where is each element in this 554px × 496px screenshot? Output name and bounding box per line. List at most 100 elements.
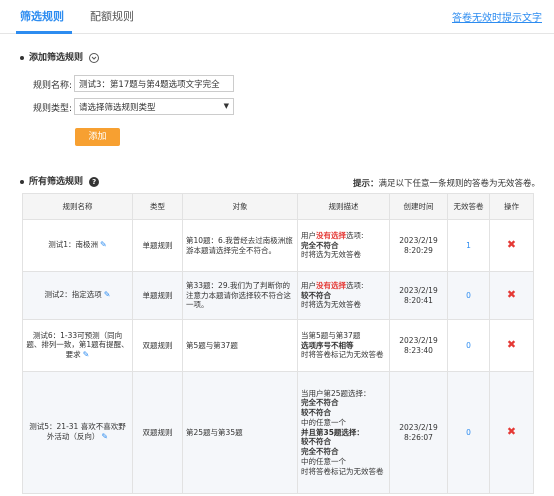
help-icon[interactable]: ? bbox=[89, 176, 100, 187]
rule-name-label: 规则名称: bbox=[33, 81, 73, 91]
rule-name: 测试2：指定选项 bbox=[44, 290, 102, 300]
col-header-time: 创建时间 bbox=[389, 193, 448, 220]
dropdown-arrow-icon: ▼ bbox=[223, 102, 229, 110]
desc-option: 并且第35题选择： bbox=[301, 427, 364, 437]
all-rules-section-title: 所有筛选规则 ? bbox=[20, 174, 100, 187]
invalid-count-link[interactable]: 0 bbox=[466, 428, 471, 437]
desc-highlight: 没有选择 bbox=[316, 230, 346, 240]
rule-name-input[interactable]: 测试3：第17题与第4题选项文字完全 bbox=[74, 75, 234, 92]
table-row: 测试6：1-33可预测（同向题、排列一致，第1题有提醒、要求 ✎ 双题规则 第5题… bbox=[22, 319, 534, 372]
delete-icon[interactable]: ✖ bbox=[507, 288, 516, 301]
rule-name-cell: 测试5：21-31 喜欢不喜欢野外活动（反向） ✎ bbox=[22, 371, 133, 494]
edit-icon[interactable]: ✎ bbox=[83, 350, 90, 360]
table-header-row: 规则名称 类型 对象 规则描述 创建时间 无效答卷 操作 bbox=[22, 193, 534, 220]
desc-option: 较不符合 bbox=[301, 408, 331, 418]
rule-name-cell: 测试2：指定选项 ✎ bbox=[22, 271, 133, 320]
rule-object-cell: 第25题与第35题 bbox=[182, 371, 298, 494]
rule-desc-cell: 用户没有选择选项: 完全不符合 时将选为无效答卷 bbox=[297, 219, 390, 272]
invalid-count-link[interactable]: 1 bbox=[466, 241, 471, 250]
add-rule-button[interactable]: 添加 bbox=[75, 128, 120, 146]
col-header-object: 对象 bbox=[182, 193, 298, 220]
rule-desc-cell: 当用户第25题选择： 完全不符合 较不符合 中的任意一个 并且第35题选择： 较… bbox=[297, 371, 390, 494]
hint-label: 提示： bbox=[352, 179, 379, 189]
rule-time-cell: 2023/2/19 8:23:40 bbox=[389, 319, 448, 372]
tab-filter-rules[interactable]: 筛选规则 bbox=[20, 8, 64, 24]
rule-time-cell: 2023/2/19 8:20:41 bbox=[389, 271, 448, 320]
rule-name: 测试5：21-31 喜欢不喜欢野外活动（反向） bbox=[29, 422, 126, 442]
invalid-answer-prompt-link[interactable]: 答卷无效时提示文字 bbox=[452, 9, 542, 24]
rule-name-cell: 测试1：南极洲 ✎ bbox=[22, 219, 133, 272]
bullet-dot bbox=[20, 55, 24, 60]
desc-text: 时将答卷标记为无效答卷 bbox=[301, 466, 384, 476]
edit-icon[interactable]: ✎ bbox=[100, 240, 107, 250]
col-header-action: 操作 bbox=[489, 193, 534, 220]
desc-highlight: 没有选择 bbox=[316, 280, 346, 290]
desc-text: 时将选为无效答卷 bbox=[301, 250, 361, 260]
rule-object-cell: 第33题：29.我们为了判断你的注意力本题请你选择较不符合这一项。 bbox=[182, 271, 298, 320]
delete-icon[interactable]: ✖ bbox=[507, 425, 516, 438]
active-tab-indicator bbox=[16, 31, 72, 34]
col-header-name: 规则名称 bbox=[22, 193, 133, 220]
invalid-count-cell: 1 bbox=[447, 219, 490, 272]
table-row: 测试2：指定选项 ✎ 单题规则 第33题：29.我们为了判断你的注意力本题请你选择… bbox=[22, 271, 534, 320]
all-rules-title-text: 所有筛选规则 bbox=[29, 177, 84, 187]
rules-table: 规则名称 类型 对象 规则描述 创建时间 无效答卷 操作 测试1：南极洲 ✎ 单题… bbox=[22, 193, 534, 494]
rule-desc-cell: 当第5题与第37题 选项序号不相等 时将答卷标记为无效答卷 bbox=[297, 319, 390, 372]
rule-type-cell: 双题规则 bbox=[132, 371, 183, 494]
action-cell: ✖ bbox=[489, 271, 534, 320]
action-cell: ✖ bbox=[489, 371, 534, 494]
rule-name-cell: 测试6：1-33可预测（同向题、排列一致，第1题有提醒、要求 ✎ bbox=[22, 319, 133, 372]
rules-hint: 提示：满足以下任意一条规则的答卷为无效答卷。 bbox=[353, 177, 540, 189]
desc-text: 选项: bbox=[346, 230, 364, 240]
desc-text: 当第5题与第37题 bbox=[301, 330, 361, 340]
invalid-count-cell: 0 bbox=[447, 319, 490, 372]
col-header-desc: 规则描述 bbox=[297, 193, 390, 220]
desc-option: 选项序号不相等 bbox=[301, 340, 354, 350]
desc-option: 完全不符合 bbox=[301, 398, 339, 408]
collapse-chevron-icon[interactable] bbox=[89, 52, 100, 63]
desc-text: 选项: bbox=[346, 280, 364, 290]
rule-desc-cell: 用户没有选择选项: 较不符合 时将选为无效答卷 bbox=[297, 271, 390, 320]
edit-icon[interactable]: ✎ bbox=[104, 290, 111, 300]
col-header-type: 类型 bbox=[132, 193, 183, 220]
tab-quota-rules[interactable]: 配额规则 bbox=[90, 8, 134, 24]
action-cell: ✖ bbox=[489, 319, 534, 372]
desc-option: 完全不符合 bbox=[301, 447, 339, 457]
col-header-invalid: 无效答卷 bbox=[447, 193, 490, 220]
rule-object-cell: 第10题：6.我曾经去过南极洲旅游本题请选择完全不符合。 bbox=[182, 219, 298, 272]
edit-icon[interactable]: ✎ bbox=[101, 432, 108, 442]
table-row: 测试1：南极洲 ✎ 单题规则 第10题：6.我曾经去过南极洲旅游本题请选择完全不符… bbox=[22, 219, 534, 272]
rule-type-selected-value: 请选择筛选规则类型 bbox=[79, 103, 156, 113]
desc-option: 完全不符合 bbox=[301, 240, 339, 250]
desc-option: 较不符合 bbox=[301, 437, 331, 447]
desc-text: 中的任意一个 bbox=[301, 417, 346, 427]
bullet-dot bbox=[20, 179, 24, 184]
action-cell: ✖ bbox=[489, 219, 534, 272]
rule-time-cell: 2023/2/19 8:26:07 bbox=[389, 371, 448, 494]
add-rule-title-text: 添加筛选规则 bbox=[29, 53, 84, 63]
rule-time-cell: 2023/2/19 8:20:29 bbox=[389, 219, 448, 272]
rule-name: 测试1：南极洲 bbox=[48, 240, 99, 250]
add-rule-section-title: 添加筛选规则 bbox=[20, 50, 100, 63]
delete-icon[interactable]: ✖ bbox=[507, 338, 516, 351]
rule-type-label: 规则类型: bbox=[33, 104, 73, 114]
invalid-count-link[interactable]: 0 bbox=[466, 341, 471, 350]
desc-text: 时将选为无效答卷 bbox=[301, 300, 361, 310]
rule-type-cell: 单题规则 bbox=[132, 219, 183, 272]
delete-icon[interactable]: ✖ bbox=[507, 238, 516, 251]
tab-bar: 筛选规则 配额规则 答卷无效时提示文字 bbox=[0, 0, 554, 34]
hint-text: 满足以下任意一条规则的答卷为无效答卷。 bbox=[378, 179, 540, 189]
desc-text: 当用户第25题选择： bbox=[301, 388, 371, 398]
desc-text: 中的任意一个 bbox=[301, 456, 346, 466]
desc-option: 较不符合 bbox=[301, 290, 331, 300]
invalid-count-link[interactable]: 0 bbox=[466, 291, 471, 300]
rule-object-cell: 第5题与第37题 bbox=[182, 319, 298, 372]
rule-type-select[interactable]: 请选择筛选规则类型 ▼ bbox=[74, 98, 234, 115]
desc-text: 用户 bbox=[301, 230, 316, 240]
rule-name: 测试6：1-33可预测（同向题、排列一致，第1题有提醒、要求 bbox=[26, 330, 129, 360]
desc-text: 时将答卷标记为无效答卷 bbox=[301, 350, 384, 360]
table-row: 测试5：21-31 喜欢不喜欢野外活动（反向） ✎ 双题规则 第25题与第35题 … bbox=[22, 371, 534, 494]
invalid-count-cell: 0 bbox=[447, 371, 490, 494]
rule-type-cell: 单题规则 bbox=[132, 271, 183, 320]
desc-text: 用户 bbox=[301, 280, 316, 290]
